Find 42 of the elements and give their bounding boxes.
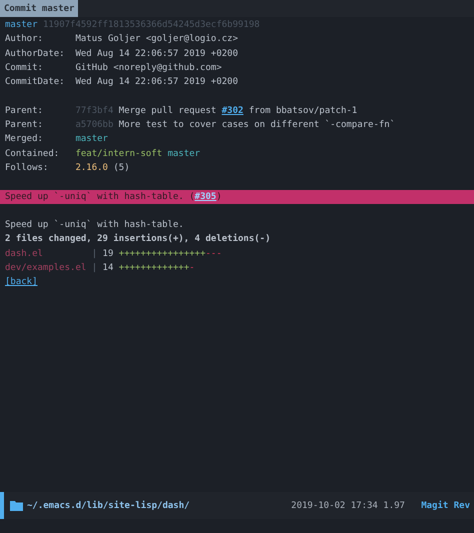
commit-summary: Speed up `-uniq` with hash-table. ( [5,192,195,202]
parent-message: More test to cover cases on different `-compare-fn` [118,118,396,132]
field-label: Follows: [5,162,50,175]
parent-message: from bbatsov/patch-1 [248,104,358,118]
field-label: Parent: [5,104,44,118]
pull-request-link[interactable]: #302 [222,104,244,118]
commit-hash: 11907f4592ff1813536366d54245d3ecf6b99198 [42,19,260,32]
deletion-signs: --- [206,248,222,261]
insertion-signs: +++++++++++++ [118,262,190,276]
folder-icon [10,500,23,511]
field-label: AuthorDate: [5,48,66,61]
insertion-signs: ++++++++++++++++ [118,248,206,261]
directory-path: ~/.emacs.d/lib/site-lisp/dash/ [27,500,190,510]
commit-count: (5) [113,162,130,175]
field-label: Parent: [5,119,44,132]
field-value: Wed Aug 14 22:06:57 2019 +0200 [75,48,238,61]
buffer-tab[interactable]: Commit master [0,0,78,17]
field-label: Contained: [5,148,60,161]
column-separator: | [92,248,98,261]
field-label: Merged: [5,133,44,146]
branch-name[interactable]: master [75,132,108,147]
column-separator: | [92,262,98,276]
tag-name[interactable]: 2.16.0 [75,160,108,176]
branch-name[interactable]: feat/intern-soft [75,146,162,161]
commit-summary: ) [216,192,222,202]
change-count: 19 [102,248,114,261]
deletion-signs: - [189,262,195,276]
field-label: CommitDate: [5,76,66,90]
commit-message: Speed up `-uniq` with hash-table. [5,218,184,232]
date-time-load: 2019-10-02 17:34 1.97 [291,500,405,510]
field-value: Matus Goljer <goljer@logio.cz> [75,33,238,46]
field-label: Author: [5,33,44,46]
branch-name: master [5,19,38,32]
parent-message: Merge pull request [118,104,218,118]
diffstat-summary: 2 files changed, 29 insertions(+), 4 deletions(-) [5,232,271,246]
field-value: Wed Aug 14 22:06:57 2019 +0200 [75,76,238,90]
major-mode: Magit Rev [421,500,470,510]
change-count: 14 [102,262,114,276]
field-value: GitHub <noreply@github.com> [75,62,222,75]
branch-name[interactable]: master [168,146,200,161]
field-label: Commit: [5,62,44,75]
back-link[interactable]: [back] [5,275,38,290]
